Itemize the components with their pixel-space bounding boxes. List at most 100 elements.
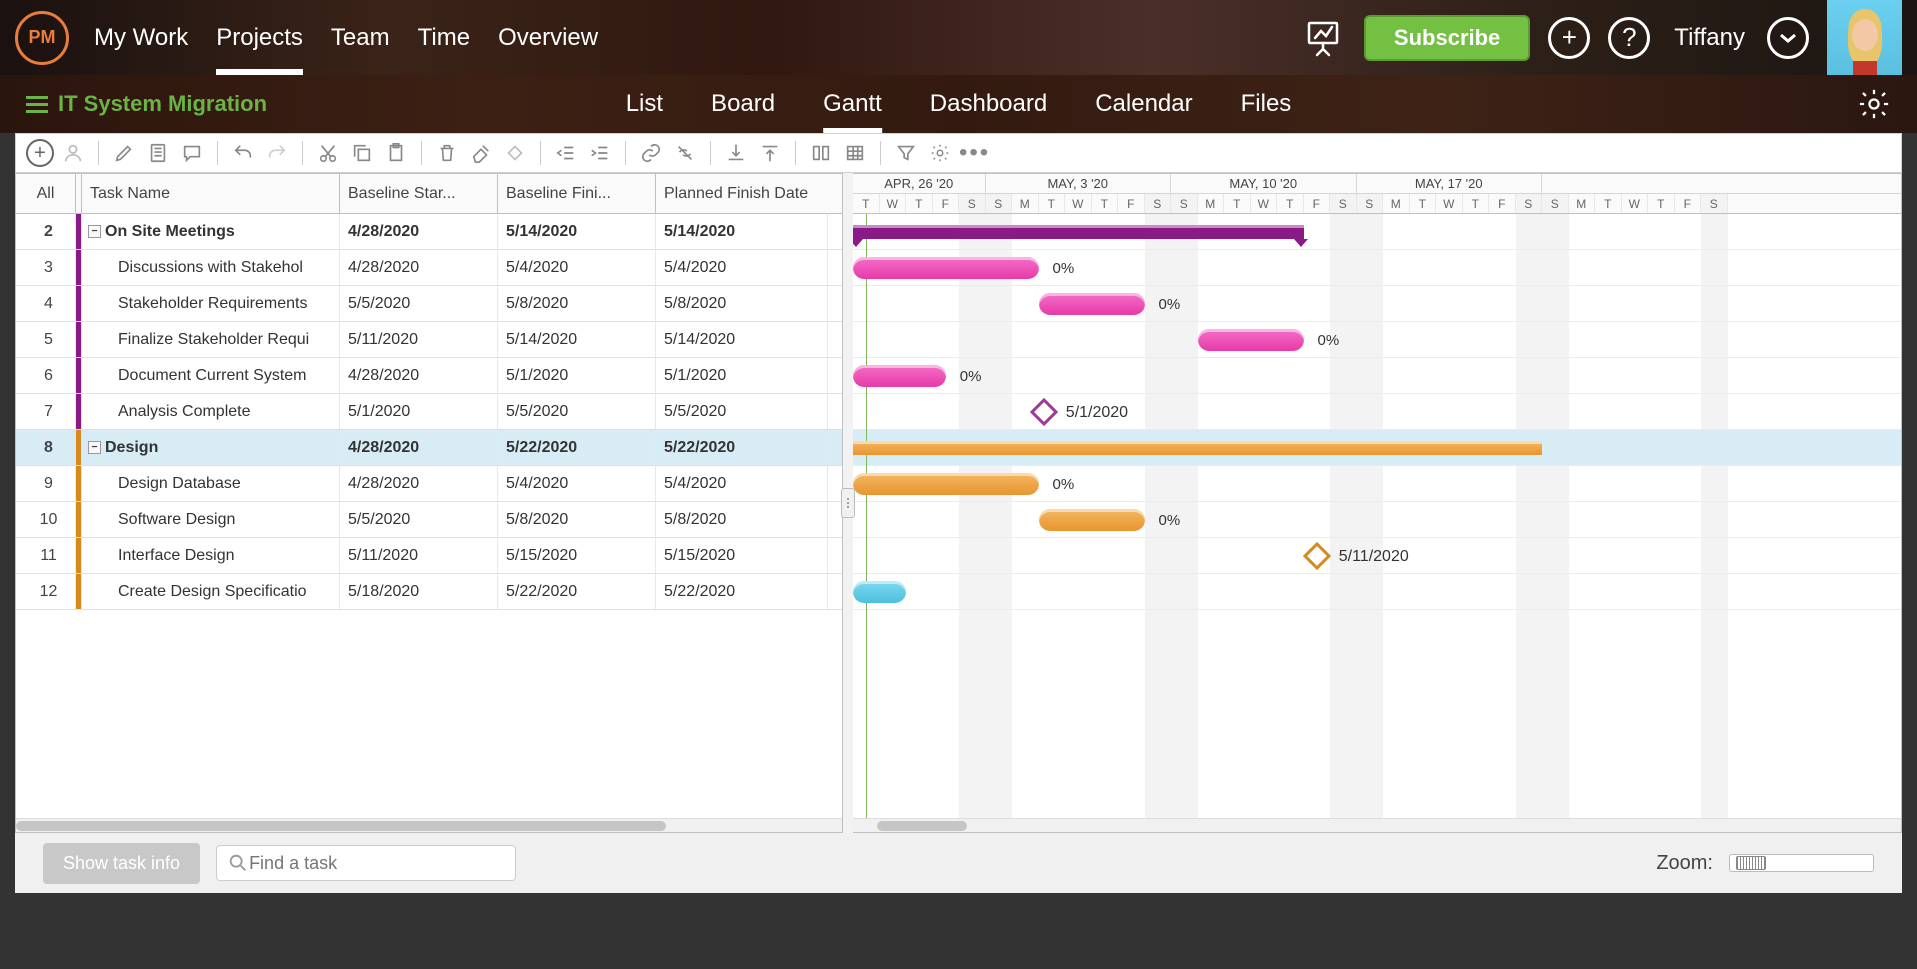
task-name-cell[interactable]: Stakeholder Requirements — [82, 286, 340, 321]
columns-icon[interactable] — [806, 138, 836, 168]
task-name-cell[interactable]: Document Current System — [82, 358, 340, 393]
user-menu-chevron[interactable] — [1767, 17, 1809, 59]
task-name-cell[interactable]: −On Site Meetings — [82, 214, 340, 249]
subnav-tab-dashboard[interactable]: Dashboard — [930, 75, 1047, 133]
table-row[interactable]: 12Create Design Specificatio5/18/20205/2… — [16, 574, 842, 610]
split-divider[interactable] — [841, 488, 855, 518]
table-row[interactable]: 2−On Site Meetings4/28/20205/14/20205/14… — [16, 214, 842, 250]
baseline-finish[interactable]: 5/22/2020 — [498, 430, 656, 465]
baseline-finish[interactable]: 5/4/2020 — [498, 250, 656, 285]
unlink-icon[interactable] — [670, 138, 700, 168]
baseline-start[interactable]: 5/1/2020 — [340, 394, 498, 429]
link-icon[interactable] — [636, 138, 666, 168]
settings-icon[interactable] — [1857, 87, 1891, 121]
baseline-finish[interactable]: 5/1/2020 — [498, 358, 656, 393]
header-task-name[interactable]: Task Name — [82, 174, 340, 213]
baseline-finish[interactable]: 5/15/2020 — [498, 538, 656, 573]
gantt-row[interactable]: 5/11/2020 — [853, 538, 1901, 574]
gantt-body[interactable]: 0%0%0%0%5/1/20200%0%5/11/2020 — [853, 214, 1901, 818]
baseline-start[interactable]: 5/18/2020 — [340, 574, 498, 609]
planned-finish[interactable]: 5/5/2020 — [656, 394, 828, 429]
subscribe-button[interactable]: Subscribe — [1364, 15, 1530, 61]
baseline-finish[interactable]: 5/14/2020 — [498, 322, 656, 357]
baseline-finish[interactable]: 5/5/2020 — [498, 394, 656, 429]
more-icon[interactable]: ••• — [959, 139, 990, 167]
summary-bar[interactable] — [853, 441, 1542, 455]
summary-bar[interactable] — [853, 225, 1304, 239]
planned-finish[interactable]: 5/14/2020 — [656, 214, 828, 249]
subnav-tab-files[interactable]: Files — [1241, 75, 1292, 133]
copy-icon[interactable] — [347, 138, 377, 168]
add-button[interactable]: + — [1548, 17, 1590, 59]
outdent-icon[interactable] — [551, 138, 581, 168]
zoom-thumb[interactable] — [1736, 856, 1766, 870]
baseline-finish[interactable]: 5/22/2020 — [498, 574, 656, 609]
baseline-start[interactable]: 4/28/2020 — [340, 430, 498, 465]
baseline-start[interactable]: 4/28/2020 — [340, 466, 498, 501]
gantt-row[interactable] — [853, 214, 1901, 250]
table-row[interactable]: 11Interface Design5/11/20205/15/20205/15… — [16, 538, 842, 574]
clear-icon[interactable] — [466, 138, 496, 168]
planned-finish[interactable]: 5/8/2020 — [656, 502, 828, 537]
header-all[interactable]: All — [16, 174, 76, 213]
gantt-hscroll[interactable] — [853, 818, 1901, 832]
topnav-tab-projects[interactable]: Projects — [216, 0, 303, 75]
table-row[interactable]: 6Document Current System4/28/20205/1/202… — [16, 358, 842, 394]
baseline-start[interactable]: 4/28/2020 — [340, 214, 498, 249]
table-row[interactable]: 3Discussions with Stakehol4/28/20205/4/2… — [16, 250, 842, 286]
task-name-cell[interactable]: Analysis Complete — [82, 394, 340, 429]
planned-finish[interactable]: 5/22/2020 — [656, 430, 828, 465]
hamburger-icon[interactable] — [26, 96, 48, 113]
import-icon[interactable] — [721, 138, 751, 168]
table-row[interactable]: 7Analysis Complete5/1/20205/5/20205/5/20… — [16, 394, 842, 430]
header-planned-finish[interactable]: Planned Finish Date — [656, 174, 828, 213]
gantt-row[interactable]: 5/1/2020 — [853, 394, 1901, 430]
task-bar[interactable] — [853, 365, 946, 387]
gantt-row[interactable] — [853, 430, 1901, 466]
comment-icon[interactable] — [177, 138, 207, 168]
paste-icon[interactable] — [381, 138, 411, 168]
baseline-start[interactable]: 5/5/2020 — [340, 502, 498, 537]
baseline-start[interactable]: 4/28/2020 — [340, 358, 498, 393]
planned-finish[interactable]: 5/4/2020 — [656, 250, 828, 285]
topnav-tab-time[interactable]: Time — [418, 0, 470, 75]
planned-finish[interactable]: 5/15/2020 — [656, 538, 828, 573]
task-name-cell[interactable]: −Design — [82, 430, 340, 465]
baseline-start[interactable]: 4/28/2020 — [340, 250, 498, 285]
task-bar[interactable] — [853, 473, 1039, 495]
task-bar[interactable] — [1198, 329, 1304, 351]
gantt-row[interactable] — [853, 574, 1901, 610]
milestone-marker[interactable] — [1030, 398, 1058, 426]
logo[interactable]: PM — [15, 11, 69, 65]
baseline-start[interactable]: 5/5/2020 — [340, 286, 498, 321]
baseline-finish[interactable]: 5/4/2020 — [498, 466, 656, 501]
header-baseline-finish[interactable]: Baseline Fini... — [498, 174, 656, 213]
cut-icon[interactable] — [313, 138, 343, 168]
expand-icon[interactable]: − — [88, 225, 101, 238]
edit-icon[interactable] — [109, 138, 139, 168]
milestone-marker[interactable] — [1303, 542, 1331, 570]
task-name-cell[interactable]: Design Database — [82, 466, 340, 501]
export-icon[interactable] — [755, 138, 785, 168]
planned-finish[interactable]: 5/1/2020 — [656, 358, 828, 393]
expand-icon[interactable]: − — [88, 441, 101, 454]
show-task-info-button[interactable]: Show task info — [43, 843, 200, 884]
baseline-finish[interactable]: 5/14/2020 — [498, 214, 656, 249]
topnav-tab-overview[interactable]: Overview — [498, 0, 598, 75]
help-button[interactable]: ? — [1608, 17, 1650, 59]
task-name-cell[interactable]: Finalize Stakeholder Requi — [82, 322, 340, 357]
gantt-row[interactable]: 0% — [853, 502, 1901, 538]
subnav-tab-board[interactable]: Board — [711, 75, 775, 133]
delete-icon[interactable] — [432, 138, 462, 168]
find-task-search[interactable] — [216, 845, 516, 881]
task-bar[interactable] — [853, 581, 906, 603]
topnav-tab-my-work[interactable]: My Work — [94, 0, 188, 75]
find-task-input[interactable] — [249, 853, 505, 874]
gantt-row[interactable]: 0% — [853, 286, 1901, 322]
user-name[interactable]: Tiffany — [1674, 24, 1745, 52]
baseline-finish[interactable]: 5/8/2020 — [498, 286, 656, 321]
grid-hscroll[interactable] — [16, 818, 842, 832]
task-name-cell[interactable]: Interface Design — [82, 538, 340, 573]
table-row[interactable]: 5Finalize Stakeholder Requi5/11/20205/14… — [16, 322, 842, 358]
zoom-slider[interactable] — [1729, 854, 1874, 872]
